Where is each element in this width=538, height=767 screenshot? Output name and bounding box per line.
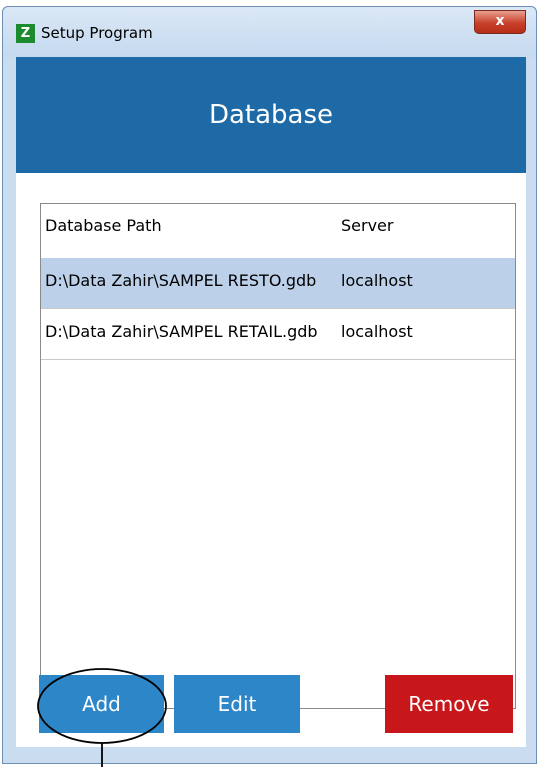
list-header: Database Path Server	[41, 204, 515, 258]
row-path: D:\Data Zahir\SAMPEL RESTO.gdb	[45, 271, 317, 290]
list-row[interactable]: D:\Data Zahir\SAMPEL RETAIL.gdb localhos…	[41, 309, 515, 360]
list-row[interactable]: D:\Data Zahir\SAMPEL RESTO.gdb localhost	[41, 258, 515, 309]
edit-button[interactable]: Edit	[174, 675, 300, 733]
column-header-server[interactable]: Server	[341, 216, 393, 235]
column-header-path[interactable]: Database Path	[45, 216, 162, 235]
window-title: Setup Program	[41, 24, 153, 42]
page: Z Setup Program x Database Database Path…	[0, 0, 538, 767]
database-list[interactable]: Database Path Server D:\Data Zahir\SAMPE…	[40, 203, 516, 709]
row-path: D:\Data Zahir\SAMPEL RETAIL.gdb	[45, 322, 318, 341]
title-bar[interactable]: Z Setup Program x	[3, 7, 536, 57]
client-area: Database Database Path Server D:\Data Za…	[16, 57, 526, 747]
close-button[interactable]: x	[474, 10, 526, 34]
page-title: Database	[208, 100, 334, 130]
remove-button[interactable]: Remove	[385, 675, 513, 733]
add-button[interactable]: Add	[39, 675, 164, 733]
setup-window: Z Setup Program x Database Database Path…	[2, 6, 537, 764]
row-server: localhost	[341, 322, 413, 341]
app-logo-icon: Z	[16, 24, 35, 43]
row-server: localhost	[341, 271, 413, 290]
